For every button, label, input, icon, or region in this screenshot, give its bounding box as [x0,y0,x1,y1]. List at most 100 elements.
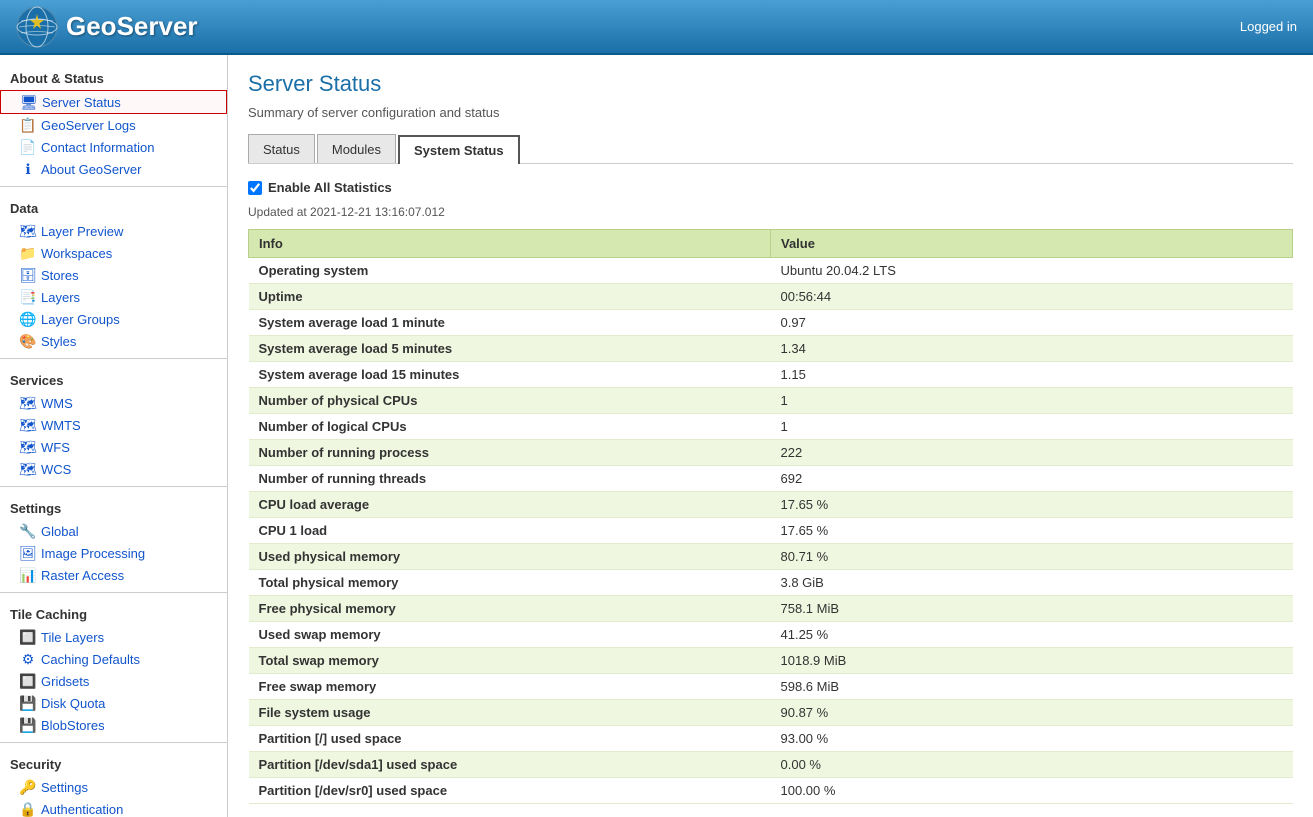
table-row: Used swap memory41.25 % [249,622,1293,648]
tab-system-status[interactable]: System Status [398,135,520,164]
row-value: 1 [771,388,1293,414]
sec-settings-icon: 🔑 [20,779,36,795]
row-info: Total swap memory [249,648,771,674]
row-value: 90.87 % [771,700,1293,726]
row-value: 1018.9 MiB [771,648,1293,674]
tab-modules[interactable]: Modules [317,134,396,163]
row-value: 100.00 % [771,778,1293,804]
sidebar-item-about-geoserver[interactable]: ℹ About GeoServer [0,158,227,180]
sidebar-item-layers[interactable]: 📑 Layers [0,286,227,308]
table-row: Number of running process222 [249,440,1293,466]
table-row: Total physical memory3.8 GiB [249,570,1293,596]
wcs-icon: 🗺 [20,461,36,477]
row-value: 17.65 % [771,518,1293,544]
styles-icon: 🎨 [20,333,36,349]
page-subtitle: Summary of server configuration and stat… [248,105,1293,120]
table-row: Number of physical CPUs1 [249,388,1293,414]
gridsets-icon: 🔲 [20,673,36,689]
row-value: 1 [771,414,1293,440]
sidebar-item-styles[interactable]: 🎨 Styles [0,330,227,352]
enable-statistics-label[interactable]: Enable All Statistics [268,180,392,195]
tab-status[interactable]: Status [248,134,315,163]
updated-text: Updated at 2021-12-21 13:16:07.012 [248,205,1293,219]
row-value: Ubuntu 20.04.2 LTS [771,258,1293,284]
table-row: CPU 1 load17.65 % [249,518,1293,544]
row-value: 93.00 % [771,726,1293,752]
sidebar-item-stores[interactable]: 🗄 Stores [0,264,227,286]
row-info: Used physical memory [249,544,771,570]
app-header: GeoServer Logged in [0,0,1313,55]
sidebar-item-disk-quota[interactable]: 💾 Disk Quota [0,692,227,714]
sidebar-item-server-status[interactable]: 🖥 Server Status [0,90,227,114]
sidebar-divider-1 [0,186,227,187]
sidebar-section-tile-caching: Tile Caching [0,599,227,626]
enable-statistics-row: Enable All Statistics [248,180,1293,195]
table-row: Partition [/] used space93.00 % [249,726,1293,752]
row-value: 598.6 MiB [771,674,1293,700]
row-info: System average load 15 minutes [249,362,771,388]
col-header-value: Value [771,230,1293,258]
sidebar-divider-3 [0,486,227,487]
table-row: System average load 5 minutes1.34 [249,336,1293,362]
wms-icon: 🗺 [20,395,36,411]
layer-groups-icon: 🌐 [20,311,36,327]
authentication-icon: 🔒 [20,801,36,817]
row-value: 758.1 MiB [771,596,1293,622]
col-header-info: Info [249,230,771,258]
tab-bar: Status Modules System Status [248,134,1293,164]
row-info: Operating system [249,258,771,284]
global-icon: 🔧 [20,523,36,539]
sidebar-item-wfs[interactable]: 🗺 WFS [0,436,227,458]
table-row: Uptime00:56:44 [249,284,1293,310]
caching-defaults-icon: ⚙ [20,651,36,667]
raster-access-icon: 📊 [20,567,36,583]
row-info: Partition [/dev/sda1] used space [249,752,771,778]
sidebar-item-raster-access[interactable]: 📊 Raster Access [0,564,227,586]
sidebar: About & Status 🖥 Server Status 📋 GeoServ… [0,55,228,817]
row-value: 0.97 [771,310,1293,336]
wfs-icon: 🗺 [20,439,36,455]
table-row: Number of running threads692 [249,466,1293,492]
sidebar-divider-5 [0,742,227,743]
row-info: Free physical memory [249,596,771,622]
sidebar-item-workspaces[interactable]: 📁 Workspaces [0,242,227,264]
enable-statistics-checkbox[interactable] [248,181,262,195]
sidebar-item-wmts[interactable]: 🗺 WMTS [0,414,227,436]
main-content: Server Status Summary of server configur… [228,55,1313,817]
sidebar-section-settings: Settings [0,493,227,520]
table-row: File system usage90.87 % [249,700,1293,726]
sidebar-item-caching-defaults[interactable]: ⚙ Caching Defaults [0,648,227,670]
app-name: GeoServer [66,11,198,42]
status-table: Info Value Operating systemUbuntu 20.04.… [248,229,1293,804]
sidebar-item-authentication[interactable]: 🔒 Authentication [0,798,227,817]
table-row: System average load 15 minutes1.15 [249,362,1293,388]
sidebar-item-wcs[interactable]: 🗺 WCS [0,458,227,480]
tile-layers-icon: 🔲 [20,629,36,645]
table-row: Number of logical CPUs1 [249,414,1293,440]
sidebar-item-layer-preview[interactable]: 🗺 Layer Preview [0,220,227,242]
logo-area: GeoServer [16,6,198,48]
table-row: Partition [/dev/sda1] used space0.00 % [249,752,1293,778]
sidebar-item-tile-layers[interactable]: 🔲 Tile Layers [0,626,227,648]
table-row: Free swap memory598.6 MiB [249,674,1293,700]
sidebar-section-security: Security [0,749,227,776]
row-info: Uptime [249,284,771,310]
row-info: Number of logical CPUs [249,414,771,440]
sidebar-item-wms[interactable]: 🗺 WMS [0,392,227,414]
logo-icon [16,6,58,48]
sidebar-item-sec-settings[interactable]: 🔑 Settings [0,776,227,798]
sidebar-item-image-processing[interactable]: 🖼 Image Processing [0,542,227,564]
sidebar-item-global[interactable]: 🔧 Global [0,520,227,542]
sidebar-item-contact-info[interactable]: 📄 Contact Information [0,136,227,158]
page-title: Server Status [248,71,1293,97]
sidebar-item-geoserver-logs[interactable]: 📋 GeoServer Logs [0,114,227,136]
sidebar-item-blob-stores[interactable]: 💾 BlobStores [0,714,227,736]
row-value: 41.25 % [771,622,1293,648]
sidebar-section-about: About & Status [0,63,227,90]
table-row: System average load 1 minute0.97 [249,310,1293,336]
row-value: 17.65 % [771,492,1293,518]
sidebar-item-layer-groups[interactable]: 🌐 Layer Groups [0,308,227,330]
sidebar-section-data: Data [0,193,227,220]
sidebar-item-gridsets[interactable]: 🔲 Gridsets [0,670,227,692]
row-value: 3.8 GiB [771,570,1293,596]
